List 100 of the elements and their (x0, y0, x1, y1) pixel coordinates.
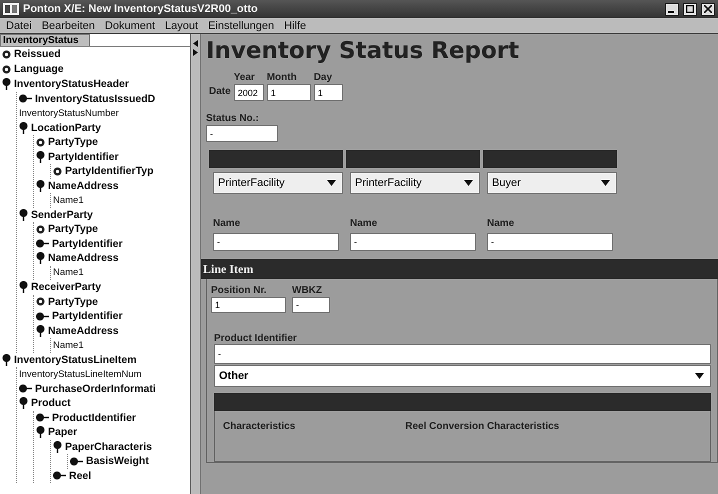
close-icon (704, 5, 712, 13)
product-type-dropdown[interactable]: Other (214, 365, 711, 387)
tree-node-label[interactable]: Product (31, 398, 71, 408)
tree-node-label[interactable]: PartyType (48, 224, 98, 234)
app-icon (3, 3, 19, 15)
party-type-dropdown[interactable]: PrinterFacility (350, 172, 480, 194)
name-field[interactable]: - (487, 233, 613, 251)
expanded-node-icon[interactable] (19, 122, 28, 134)
date-label: Date (209, 86, 231, 97)
collapsed-node-icon[interactable] (19, 94, 32, 104)
menu-item[interactable]: Bearbeiten (42, 20, 95, 32)
tree-tab[interactable]: InventoryStatus (0, 34, 90, 46)
attribute-icon (36, 224, 45, 234)
tree-node-label[interactable]: PartyIdentifier (52, 311, 123, 322)
name-field[interactable]: - (350, 233, 476, 251)
tree-node-label[interactable]: PartyType (48, 296, 98, 307)
name-label: Name (487, 218, 516, 229)
party-type-dropdown[interactable]: PrinterFacility (213, 172, 343, 194)
collapsed-node-icon[interactable] (36, 312, 49, 321)
name-label: Name (213, 218, 242, 229)
menu-item[interactable]: Einstellungen (208, 20, 274, 32)
expanded-node-icon[interactable] (19, 208, 28, 221)
tree-node-label[interactable]: ReceiverParty (31, 282, 102, 292)
tree-node-label[interactable]: PartyIdentifier (52, 238, 123, 249)
status-no-label: Status No.: (206, 113, 260, 124)
position-field[interactable]: 1 (211, 297, 286, 313)
window-title: Ponton X/E: New InventoryStatusV2R00_otto (23, 3, 259, 15)
caret-icon (464, 180, 473, 186)
reel-conversion-label: Reel Conversion Characteristics (405, 421, 560, 434)
name-field[interactable]: - (213, 233, 339, 251)
expanded-node-icon[interactable] (36, 180, 45, 192)
tree-node-label[interactable]: InventoryStatusNumber (19, 108, 119, 118)
tree-node-label[interactable]: PartyType (48, 137, 98, 148)
caret-icon (601, 180, 610, 186)
menu-item[interactable]: Datei (6, 20, 32, 32)
expanded-node-icon[interactable] (2, 78, 11, 90)
attribute-icon (53, 166, 62, 176)
collapsed-node-icon[interactable] (36, 239, 49, 248)
product-identifier-label: Product Identifier (214, 333, 298, 344)
date-field[interactable]: 1 (266, 84, 311, 101)
menu-item[interactable]: Hilfe (284, 20, 306, 32)
expanded-node-icon[interactable] (19, 397, 28, 410)
party-type-dropdown[interactable]: Buyer (487, 172, 617, 194)
name-label: Name (350, 218, 378, 229)
date-part-label: Month (266, 72, 298, 83)
tree-node-label[interactable]: Name1 (53, 340, 84, 350)
date-part-label: Day (314, 72, 334, 83)
wbkz-label: WBKZ (292, 285, 323, 296)
status-no-field[interactable]: - (206, 125, 278, 142)
tree-node-label[interactable]: Paper (48, 427, 78, 438)
date-field[interactable]: 2002 (234, 84, 264, 101)
expanded-node-icon[interactable] (53, 440, 62, 453)
tree-node-label[interactable]: PaperCharacteris (65, 442, 152, 452)
collapsed-node-icon[interactable] (70, 456, 83, 466)
tree-node-label[interactable]: InventoryStatusLineItem (14, 354, 137, 365)
tree-node-label[interactable]: PartyIdentifierTyp (65, 166, 154, 176)
tree-node-label[interactable]: InventoryStatusIssuedD (35, 94, 156, 104)
attribute-icon (36, 297, 45, 306)
tree-node-label[interactable]: PurchaseOrderInformati (35, 384, 156, 394)
date-field[interactable]: 1 (314, 84, 343, 101)
tree-node-label[interactable]: Name1 (53, 268, 84, 278)
collapsed-node-icon[interactable] (19, 384, 32, 394)
tree-node-label[interactable]: SenderParty (31, 210, 93, 220)
expanded-node-icon[interactable] (36, 324, 45, 337)
attribute-icon (36, 138, 45, 147)
tree-node-label[interactable]: PartyIdentifier (48, 152, 119, 162)
expanded-node-icon[interactable] (36, 150, 45, 163)
expanded-node-icon[interactable] (2, 354, 11, 366)
tree-node-label[interactable]: BasisWeight (86, 456, 149, 466)
expanded-node-icon[interactable] (36, 252, 45, 264)
collapse-left-icon[interactable] (193, 40, 198, 47)
tree-node-label[interactable]: Reissued (14, 49, 61, 60)
tree-node-label[interactable]: Language (14, 64, 64, 75)
tree-node-label[interactable]: InventoryStatusLineItemNum (19, 370, 142, 379)
product-identifier-field[interactable]: - (214, 344, 711, 364)
tree-node-label[interactable]: NameAddress (48, 253, 119, 264)
collapsed-node-icon[interactable] (53, 471, 66, 480)
report-title: Inventory Status Report (206, 38, 520, 64)
tree-node-label[interactable]: NameAddress (48, 180, 119, 191)
expanded-node-icon[interactable] (19, 281, 28, 294)
maximize-button[interactable] (683, 2, 697, 16)
maximize-icon (686, 5, 694, 13)
collapse-right-icon[interactable] (193, 49, 198, 56)
section-header-bar: Line Item (201, 259, 718, 279)
caret-icon (327, 180, 336, 186)
tree-node-label[interactable]: NameAddress (48, 326, 119, 336)
tree-node-label[interactable]: InventoryStatusHeader (14, 79, 129, 90)
close-button[interactable] (701, 2, 715, 16)
wbkz-field[interactable]: - (292, 297, 330, 313)
expanded-node-icon[interactable] (36, 426, 45, 438)
tree-node-label[interactable]: Reel (69, 470, 92, 481)
tree-node-label[interactable]: ProductIdentifier (52, 412, 136, 423)
characteristics-label: Characteristics (223, 421, 296, 434)
tree-node-label[interactable]: LocationParty (31, 122, 102, 133)
collapsed-node-icon[interactable] (36, 413, 49, 422)
menu-item[interactable]: Dokument (104, 20, 156, 32)
menu-item[interactable]: Layout (165, 20, 198, 32)
tree-node-label[interactable]: Name1 (53, 196, 84, 205)
date-part-label: Year (234, 72, 256, 83)
minimize-button[interactable] (665, 2, 679, 16)
